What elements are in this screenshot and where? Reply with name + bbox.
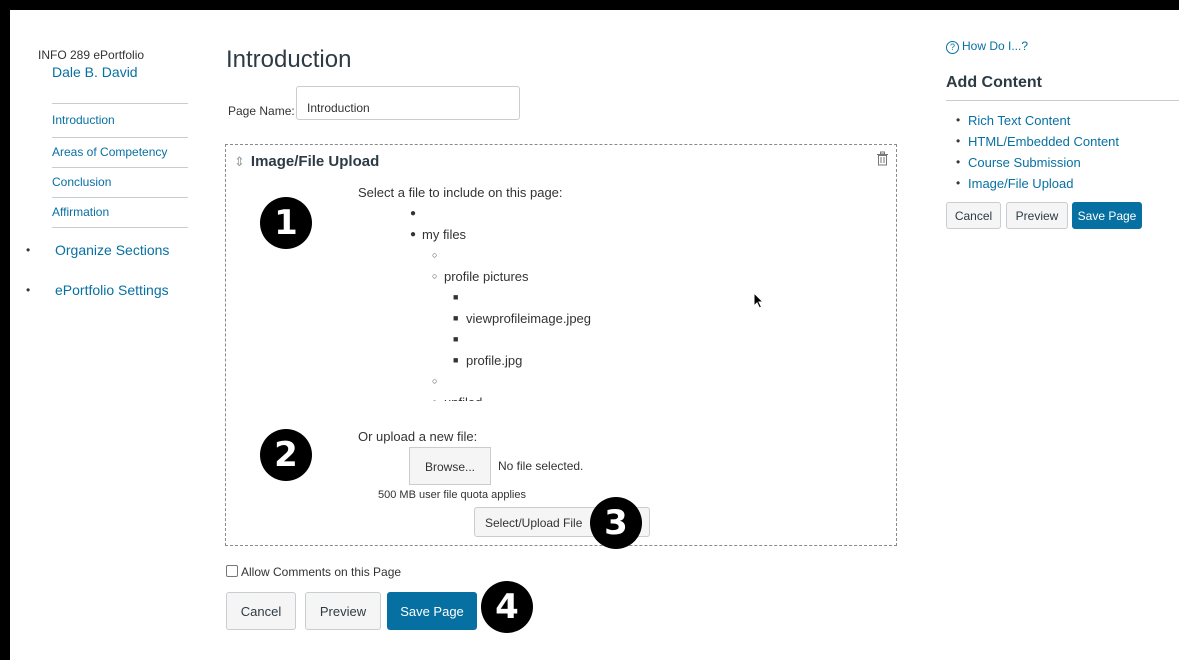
eportfolio-settings-link[interactable]: ePortfolio Settings [26, 279, 169, 319]
tree-folder-my-files[interactable]: ● my files [406, 224, 706, 245]
bullet-circle-icon: ○ [432, 392, 437, 401]
cancel-button[interactable]: Cancel [226, 592, 296, 630]
file-tree[interactable]: ● ● my files ○ ○ profile pictures ■ ■ viewp… [406, 203, 706, 401]
upload-new-file-label: Or upload a new file: [358, 429, 478, 444]
tree-folder-profile-pictures[interactable]: ○ profile pictures [406, 266, 706, 287]
allow-comments-label: Allow Comments on this Page [241, 565, 402, 579]
nav-item-conclusion[interactable]: Conclusion [52, 167, 188, 197]
right-cancel-button[interactable]: Cancel [946, 202, 1001, 229]
tree-label: profile pictures [444, 269, 529, 284]
course-name: INFO 289 ePortfolio [38, 48, 145, 62]
page-name-label: Page Name: [228, 104, 295, 118]
tree-file-profile[interactable]: ■ profile.jpg [406, 350, 706, 371]
step-badge-2: 2 [260, 429, 312, 481]
tree-item[interactable]: ■ [406, 287, 706, 308]
section-heading[interactable]: ⇕ Image/File Upload [234, 153, 379, 170]
quota-note: 500 MB user file quota applies [378, 489, 526, 501]
bullet-circle-icon: ○ [432, 250, 438, 260]
tree-item[interactable]: ○ [406, 371, 706, 392]
add-content-heading: Add Content [946, 74, 1042, 91]
question-circle-icon: ? [946, 41, 959, 54]
step-badge-3: 3 [590, 497, 642, 549]
step-badge-4: 4 [481, 581, 533, 633]
add-html-embedded-content-link[interactable]: HTML/Embedded Content [956, 131, 1119, 152]
nav-item-affirmation[interactable]: Affirmation [52, 197, 188, 228]
select-upload-file-label: Select/Upload File [485, 516, 583, 530]
add-content-list: Rich Text Content HTML/Embedded Content … [956, 110, 1119, 194]
right-preview-button[interactable]: Preview [1006, 202, 1068, 229]
tree-folder-unfiled[interactable]: ○ unfiled [406, 392, 706, 401]
tree-label: viewprofileimage.jpeg [466, 311, 592, 326]
nav-item-areas-of-competency[interactable]: Areas of Competency [52, 137, 188, 167]
bullet-square-icon: ■ [453, 334, 459, 344]
add-course-submission-link[interactable]: Course Submission [956, 152, 1119, 173]
bullet-square-icon: ■ [453, 355, 459, 365]
divider [946, 100, 1179, 101]
trash-icon[interactable] [874, 151, 890, 167]
bullet-circle-icon: ○ [432, 271, 438, 281]
tree-item[interactable]: ■ [406, 329, 706, 350]
tree-label: my files [422, 227, 467, 242]
how-do-i-link[interactable]: ? How Do I...? [946, 39, 1028, 54]
bullet-disc-icon: ● [410, 208, 417, 219]
preview-button[interactable]: Preview [305, 592, 381, 630]
section-heading-text: Image/File Upload [250, 153, 380, 170]
add-rich-text-content-link[interactable]: Rich Text Content [956, 110, 1119, 131]
add-image-file-upload-link[interactable]: Image/File Upload [956, 173, 1119, 194]
tree-item[interactable]: ○ [406, 245, 706, 266]
tree-file-viewprofileimage[interactable]: ■ viewprofileimage.jpeg [406, 308, 706, 329]
mouse-cursor-icon [753, 292, 765, 309]
step-badge-1: 1 [260, 197, 312, 249]
no-file-selected-text: No file selected. [498, 459, 584, 473]
bullet-disc-icon: ● [410, 229, 417, 240]
allow-comments-checkbox[interactable] [226, 565, 238, 577]
trash-icon-graphic [876, 151, 888, 166]
how-do-i-label: How Do I...? [962, 39, 1029, 53]
image-file-upload-section: ⇕ Image/File Upload Select a file to incl… [225, 144, 897, 549]
page-title: Introduction [226, 46, 352, 73]
right-save-page-button[interactable]: Save Page [1072, 202, 1142, 229]
browse-button[interactable]: Browse... [409, 447, 491, 485]
organize-sections-link[interactable]: Organize Sections [26, 239, 169, 279]
tree-item[interactable]: ● [406, 203, 706, 224]
tree-label: profile.jpg [466, 353, 523, 368]
drag-handle-icon[interactable]: ⇕ [234, 154, 245, 169]
select-file-label: Select a file to include on this page: [358, 185, 563, 200]
bullet-square-icon: ■ [453, 313, 459, 323]
allow-comments-option[interactable]: Allow Comments on this Page [226, 565, 401, 579]
student-name-link[interactable]: Dale B. David [52, 64, 138, 80]
page-nav: Introduction Areas of Competency Conclus… [52, 103, 188, 228]
page-name-input[interactable] [296, 86, 520, 120]
left-sidebar: INFO 289 ePortfolio Dale B. David Introd… [10, 10, 200, 660]
bullet-circle-icon: ○ [432, 376, 438, 386]
tree-label: unfiled [444, 395, 482, 401]
save-page-button[interactable]: Save Page [387, 592, 477, 630]
nav-item-introduction[interactable]: Introduction [52, 103, 188, 137]
sidebar-links: Organize Sections ePortfolio Settings [26, 239, 169, 319]
bullet-square-icon: ■ [453, 292, 459, 302]
page-frame: INFO 289 ePortfolio Dale B. David Introd… [10, 10, 1179, 660]
